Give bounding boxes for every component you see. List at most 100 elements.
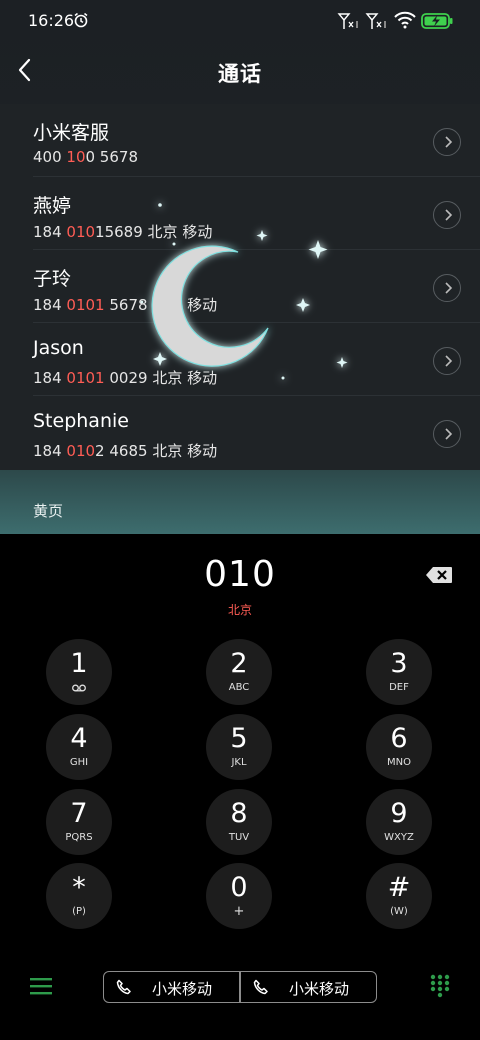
status-time: 16:26 xyxy=(28,11,75,30)
key-letters: (W) xyxy=(390,906,408,917)
dialed-number: 010 xyxy=(204,554,276,595)
battery-charging-icon xyxy=(421,13,453,29)
contact-number: 184 0101 0029 北京 移动 xyxy=(33,367,217,388)
contact-row[interactable]: Jason 184 0101 0029 北京 移动 xyxy=(0,323,480,396)
dialer-panel: 010 北京 1 2 ABC 3 DEF 4 GHI 5 JKL 6 MNO 7… xyxy=(0,534,480,1040)
backspace-icon[interactable] xyxy=(425,566,453,584)
number-location: 北京 移动 xyxy=(152,296,218,314)
key-letters: WXYZ xyxy=(384,832,414,843)
contact-detail-button[interactable] xyxy=(433,128,461,156)
key-letters: MNO xyxy=(387,757,411,768)
number-match: 010 xyxy=(66,223,96,241)
key-letters: TUV xyxy=(228,832,250,843)
sim2-label: 小米移动 xyxy=(289,980,350,998)
key-3[interactable]: 3 DEF xyxy=(366,639,432,705)
key-9[interactable]: 9 WXYZ xyxy=(366,789,432,855)
contact-number: 184 0101 5678 北京 移动 xyxy=(33,294,217,315)
key-7[interactable]: 7 PQRS xyxy=(46,789,112,855)
contact-match-list: 小米客服 400 100 5678 燕婷 184 01015689 北京 移动 … xyxy=(0,104,480,470)
voicemail-icon xyxy=(72,684,86,692)
dialpad-icon[interactable] xyxy=(430,974,450,998)
signal-no-service-icon xyxy=(365,13,386,29)
contact-name: Stephanie xyxy=(33,410,129,432)
number-part: 0029 xyxy=(104,369,148,387)
chevron-right-icon xyxy=(445,428,453,440)
key-digit: 9 xyxy=(390,798,408,829)
number-part: 400 xyxy=(33,148,67,166)
page-title: 通话 xyxy=(218,62,262,86)
chevron-right-icon xyxy=(445,136,453,148)
number-part: 2 4685 xyxy=(95,442,148,460)
contact-row[interactable]: 小米客服 400 100 5678 xyxy=(0,104,480,177)
key-hash[interactable]: # (W) xyxy=(366,863,432,929)
key-digit: 4 xyxy=(70,723,88,754)
contact-detail-button[interactable] xyxy=(433,420,461,448)
key-digit: 3 xyxy=(390,648,408,679)
key-6[interactable]: 6 MNO xyxy=(366,714,432,780)
top-panel: 16:26 通话 小米客服 400 100 5678 燕婷 184 010156… xyxy=(0,0,480,534)
contact-name: Jason xyxy=(33,337,84,359)
call-sim1-button[interactable]: 小米移动 xyxy=(103,971,240,1003)
chevron-right-icon xyxy=(445,355,453,367)
chevron-right-icon xyxy=(445,282,453,294)
number-part: 0 5678 xyxy=(85,148,139,166)
number-match: 010 xyxy=(66,442,96,460)
key-digit: 0 xyxy=(230,872,248,903)
key-8[interactable]: 8 TUV xyxy=(206,789,272,855)
wifi-icon xyxy=(394,11,416,29)
key-letters: (P) xyxy=(72,906,86,917)
number-location: 北京 移动 xyxy=(152,369,218,387)
call-sim2-button[interactable]: 小米移动 xyxy=(240,971,377,1003)
yellow-pages-header[interactable]: 黄页 xyxy=(33,500,63,521)
key-digit: 8 xyxy=(230,798,248,829)
contact-number: 184 01015689 北京 移动 xyxy=(33,221,212,242)
key-star[interactable]: * (P) xyxy=(46,863,112,929)
number-match: 0101 xyxy=(66,296,105,314)
number-location: 北京 移动 xyxy=(147,223,213,241)
key-4[interactable]: 4 GHI xyxy=(46,714,112,780)
key-digit: 6 xyxy=(390,723,408,754)
sim1-label: 小米移动 xyxy=(152,980,213,998)
contact-row[interactable]: Stephanie 184 0102 4685 北京 移动 xyxy=(0,396,480,469)
key-digit: 7 xyxy=(70,798,88,829)
contact-detail-button[interactable] xyxy=(433,347,461,375)
key-letters: PQRS xyxy=(65,832,93,843)
number-part: 5678 xyxy=(104,296,148,314)
contact-name: 子玲 xyxy=(33,268,72,290)
menu-icon[interactable] xyxy=(30,977,52,995)
key-2[interactable]: 2 ABC xyxy=(206,639,272,705)
number-match: 10 xyxy=(66,148,86,166)
number-location: 北京 移动 xyxy=(152,442,218,460)
key-digit: # xyxy=(387,872,411,903)
key-digit: 5 xyxy=(230,723,248,754)
contact-detail-button[interactable] xyxy=(433,201,461,229)
key-letters: GHI xyxy=(69,757,89,768)
contact-number: 184 0102 4685 北京 移动 xyxy=(33,440,217,461)
contact-detail-button[interactable] xyxy=(433,274,461,302)
number-part: 184 xyxy=(33,296,67,314)
phone-sim2-icon xyxy=(253,979,268,995)
contact-row[interactable]: 燕婷 184 01015689 北京 移动 xyxy=(0,177,480,250)
key-letters: JKL xyxy=(231,757,247,768)
key-digit: 2 xyxy=(230,648,248,679)
number-match: 0101 xyxy=(66,369,105,387)
status-bar: 16:26 xyxy=(0,0,480,42)
key-1[interactable]: 1 xyxy=(46,639,112,705)
number-part: 184 xyxy=(33,442,67,460)
number-part: 15689 xyxy=(95,223,143,241)
key-digit: * xyxy=(72,872,86,903)
signal-no-service-icon xyxy=(337,13,358,29)
phone-sim1-icon xyxy=(116,979,131,995)
alarm-icon xyxy=(74,12,88,28)
app-bar: 通话 xyxy=(0,42,480,102)
key-0[interactable]: 0 + xyxy=(206,863,272,929)
key-5[interactable]: 5 JKL xyxy=(206,714,272,780)
key-letters: ABC xyxy=(228,682,250,693)
key-digit: 1 xyxy=(70,648,88,679)
bottom-bar: 小米移动 小米移动 xyxy=(0,965,480,1009)
chevron-right-icon xyxy=(445,209,453,221)
contact-name: 燕婷 xyxy=(33,195,72,217)
number-location: 北京 xyxy=(227,603,252,617)
contact-row[interactable]: 子玲 184 0101 5678 北京 移动 xyxy=(0,250,480,323)
number-part: 184 xyxy=(33,369,67,387)
